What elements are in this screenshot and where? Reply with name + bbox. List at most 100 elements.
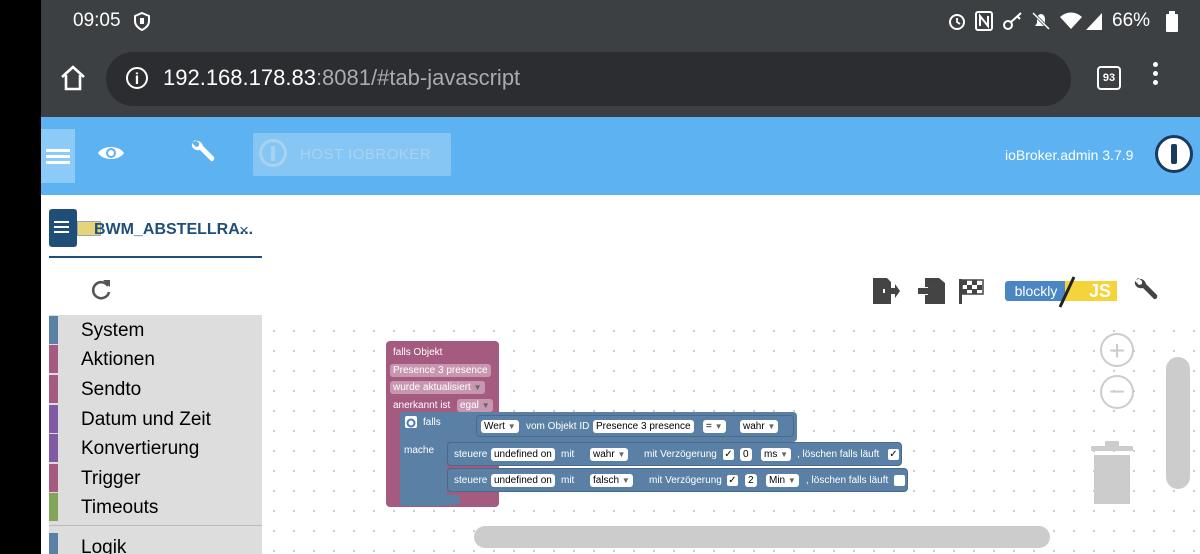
delay-unit-dropdown[interactable]: ms ▼: [761, 448, 792, 461]
category-aktionen[interactable]: Aktionen: [49, 345, 262, 375]
javascript-editor: BWM_ABSTELLRA... × blockly JS System Akt…: [41, 195, 1200, 554]
category-separator: [49, 525, 262, 526]
dropdown-arrow-icon: ▼: [507, 422, 516, 431]
dropdown-arrow-icon: ▼: [473, 383, 482, 392]
dropdown-arrow-icon: ▼: [767, 422, 776, 431]
browser-toolbar: i 192.168.178.83:8081/#tab-javascript 93: [41, 42, 1200, 117]
trigger-object-field[interactable]: Presence 3 presence: [390, 364, 491, 377]
clear-running-checkbox[interactable]: [894, 475, 905, 486]
control-block[interactable]: steuere undefined on mit wahr ▼ mit Verz…: [447, 442, 902, 466]
delay-input[interactable]: 2: [745, 474, 757, 487]
category-konvertierung[interactable]: Konvertierung: [49, 434, 262, 464]
control-target-value: undefined on: [494, 449, 552, 460]
version-label: ioBroker.admin 3.7.9: [1005, 147, 1134, 163]
operator-dropdown[interactable]: = ▼: [703, 420, 726, 433]
shield-icon: [134, 12, 150, 31]
home-icon[interactable]: [59, 64, 87, 92]
category-color: [49, 345, 58, 373]
delay-checkbox[interactable]: ✓: [727, 475, 738, 486]
settings-wrench-icon[interactable]: [1131, 277, 1159, 305]
app-header: HOST IOBROKER ioBroker.admin 3.7.9: [41, 117, 1200, 195]
category-system[interactable]: System: [49, 316, 262, 346]
zoom-in-button[interactable]: +: [1100, 333, 1134, 367]
address-bar[interactable]: i 192.168.178.83:8081/#tab-javascript: [106, 52, 1071, 106]
script-menu-icon[interactable]: [49, 209, 77, 247]
tab-underline: [49, 256, 262, 258]
nfc-icon: [975, 11, 993, 31]
compare-type-dropdown[interactable]: Wert ▼: [481, 420, 519, 433]
zoom-out-button[interactable]: −: [1100, 375, 1134, 409]
horizontal-scrollbar[interactable]: [474, 526, 1050, 548]
control-value-dropdown[interactable]: wahr ▼: [590, 448, 629, 461]
import-icon[interactable]: [917, 277, 947, 305]
trigger-title: falls Objekt: [393, 347, 443, 358]
ack-dropdown[interactable]: egal ▼: [457, 399, 493, 412]
checkered-flag-icon[interactable]: [957, 277, 985, 305]
category-trigger[interactable]: Trigger: [49, 464, 262, 494]
do-label: mache: [404, 445, 435, 456]
if-block-body[interactable]: falls mache: [400, 412, 447, 506]
category-logik[interactable]: Logik: [49, 533, 262, 554]
info-icon[interactable]: i: [126, 67, 148, 89]
delay-unit-value: ms: [764, 449, 778, 460]
control-label: steuere: [454, 475, 488, 486]
category-label: Trigger: [81, 468, 141, 489]
iobroker-logo-icon[interactable]: [1155, 135, 1193, 173]
wifi-icon: [1060, 12, 1082, 29]
phone-screen: 09:05 66% i 192.168.178.83:8081/#tab-jav…: [41, 0, 1200, 554]
eye-icon[interactable]: [97, 143, 125, 163]
category-label: Konvertierung: [81, 438, 200, 459]
tab-switcher-button[interactable]: 93: [1097, 66, 1121, 90]
category-color: [49, 464, 58, 492]
compare-object-field[interactable]: Presence 3 presence: [593, 420, 694, 433]
host-selector[interactable]: HOST IOBROKER: [253, 133, 451, 176]
control-target-field[interactable]: undefined on: [491, 448, 555, 461]
delay-input[interactable]: 0: [740, 448, 752, 461]
wrench-icon[interactable]: [188, 139, 216, 167]
clear-running-checkbox[interactable]: ✓: [888, 449, 899, 460]
if-block-footer: [400, 495, 460, 505]
blockly-workspace[interactable]: falls Objekt Presence 3 presence wurde a…: [262, 315, 1200, 554]
blockly-js-toggle[interactable]: blockly JS: [1005, 276, 1117, 308]
trigger-event-value: wurde aktualisiert: [393, 382, 471, 393]
status-bar: 09:05 66%: [41, 0, 1200, 42]
control-value-dropdown[interactable]: falsch ▼: [590, 474, 633, 487]
mute-bell-icon: [1031, 11, 1051, 31]
category-color: [49, 493, 58, 521]
gear-icon[interactable]: [405, 416, 417, 428]
signal-icon: [1086, 13, 1102, 30]
url-host: 192.168.178.83: [163, 65, 316, 90]
dropdown-arrow-icon: ▼: [481, 401, 490, 410]
dropdown-arrow-icon: ▼: [617, 450, 626, 459]
category-label: Aktionen: [81, 349, 155, 370]
category-datum-und-zeit[interactable]: Datum und Zeit: [49, 405, 262, 435]
operator-value: =: [706, 421, 712, 432]
browser-menu-icon[interactable]: [1153, 62, 1159, 89]
compare-value-dropdown[interactable]: wahr ▼: [740, 420, 779, 433]
compare-object-value: Presence 3 presence: [596, 421, 691, 432]
trash-icon[interactable]: [1088, 440, 1136, 506]
vertical-scrollbar[interactable]: [1166, 357, 1190, 489]
delay-unit-dropdown[interactable]: Min ▼: [766, 474, 799, 487]
category-color: [49, 434, 58, 462]
control-value: wahr: [593, 449, 615, 460]
category-color: [49, 316, 58, 344]
trigger-event-dropdown[interactable]: wurde aktualisiert ▼: [390, 381, 485, 394]
script-tab[interactable]: BWM_ABSTELLRA... ×: [49, 209, 262, 257]
reload-icon[interactable]: [89, 278, 113, 302]
control-block[interactable]: steuere undefined on mit falsch ▼ mit Ve…: [447, 468, 908, 492]
delay-value: 0: [743, 449, 749, 460]
trigger-object-value: Presence 3 presence: [393, 365, 488, 376]
delay-checkbox[interactable]: ✓: [723, 449, 734, 460]
dropdown-arrow-icon: ▼: [787, 476, 796, 485]
compare-block[interactable]: Wert ▼ vom Objekt ID Presence 3 presence…: [476, 415, 794, 437]
export-icon[interactable]: [871, 277, 901, 305]
from-object-label: vom Objekt ID: [526, 421, 590, 432]
hamburger-menu-button[interactable]: [41, 129, 75, 183]
category-sendto[interactable]: Sendto: [49, 375, 262, 405]
battery-percent: 66%: [1112, 10, 1151, 31]
close-tab-icon[interactable]: ×: [239, 221, 249, 241]
url-text[interactable]: 192.168.178.83:8081/#tab-javascript: [163, 65, 520, 91]
category-timeouts[interactable]: Timeouts: [49, 493, 262, 523]
control-target-field[interactable]: undefined on: [491, 474, 555, 487]
